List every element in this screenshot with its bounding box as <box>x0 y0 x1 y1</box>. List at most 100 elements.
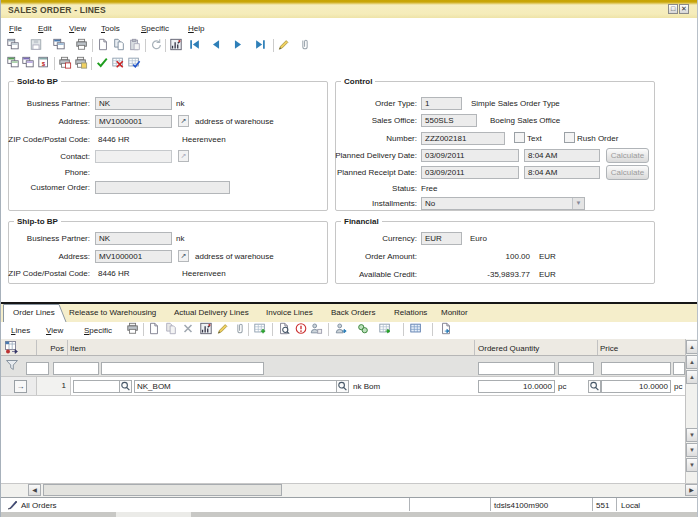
filter-pos-input[interactable] <box>26 362 49 375</box>
currency-field[interactable]: EUR <box>421 232 462 245</box>
tab-release-to-warehousing[interactable]: Release to Warehousing <box>69 308 156 317</box>
paste-icon[interactable] <box>128 38 144 53</box>
attachment-icon[interactable] <box>233 322 249 337</box>
last-record-icon[interactable] <box>253 38 269 53</box>
grid-column-item[interactable]: Item <box>70 344 86 353</box>
filter-item-input[interactable] <box>101 362 264 375</box>
filter-price-unit-input[interactable] <box>673 362 685 375</box>
menu-edit[interactable]: Edit <box>38 24 52 33</box>
grid-column-price[interactable]: Price <box>600 344 618 353</box>
installments-dropdown-arrow-icon[interactable]: ▼ <box>572 198 584 209</box>
insert-group-icon[interactable] <box>6 56 22 71</box>
quantity-unit-zoom-icon[interactable] <box>588 380 601 393</box>
filter-quantity-unit-input[interactable] <box>558 362 594 375</box>
doc-go-icon[interactable] <box>439 322 455 337</box>
sold-to-business-partner-field[interactable]: NK <box>95 97 172 110</box>
tab-relations[interactable]: Relations <box>394 308 427 317</box>
chart-icon[interactable] <box>199 322 215 337</box>
calculate-receipt-button[interactable]: Calculate <box>606 165 649 180</box>
copy-gray-icon[interactable] <box>164 322 180 337</box>
scroll-pageup-button[interactable]: ▲ <box>686 355 698 369</box>
new-document-icon[interactable] <box>147 322 163 337</box>
lines-menu-lines[interactable]: Lines <box>11 326 30 335</box>
error-icon[interactable] <box>294 322 310 337</box>
window-cascade-icon[interactable] <box>6 38 22 53</box>
planned-receipt-date-field[interactable]: 03/09/2011 <box>421 166 519 179</box>
order-type-field[interactable]: 1 <box>421 97 462 110</box>
delete-gray-icon[interactable] <box>181 322 197 337</box>
grid-column-ordered-quantity[interactable]: Ordered Quantity <box>478 344 539 353</box>
edit-text-icon[interactable] <box>216 322 232 337</box>
sold-to-address-browse-icon[interactable]: ↗ <box>178 115 189 127</box>
row-item-code-field[interactable]: NK_BOM <box>134 380 349 393</box>
scroll-bottom-button[interactable]: ▼ <box>686 458 698 472</box>
window-new-icon[interactable] <box>52 38 68 53</box>
lines-menu-view[interactable]: View <box>46 326 63 335</box>
person-link-icon[interactable] <box>309 322 325 337</box>
sold-to-customer-order-field[interactable] <box>95 181 230 194</box>
calculate-delivery-button[interactable]: Calculate <box>606 148 649 163</box>
print-labels-icon[interactable] <box>74 56 90 71</box>
new-document-icon[interactable] <box>96 38 112 53</box>
sold-to-address-field[interactable]: MV1000001 <box>95 115 172 128</box>
tab-back-orders[interactable]: Back Orders <box>331 308 375 317</box>
planned-receipt-time-field[interactable]: 8:04 AM <box>524 166 600 179</box>
menu-file[interactable]: File <box>9 24 22 33</box>
close-button[interactable]: ✕ <box>679 4 689 14</box>
installments-dropdown[interactable]: No <box>421 197 585 210</box>
row-quantity-field[interactable]: 10.0000 <box>478 380 555 393</box>
tab-order-lines-label[interactable]: Order Lines <box>13 308 55 317</box>
next-record-icon[interactable] <box>231 38 247 53</box>
ship-to-address-field[interactable]: MV1000001 <box>95 250 172 263</box>
scroll-up-button[interactable]: ▲ <box>686 370 698 384</box>
row-price-field[interactable]: 10.0000 <box>601 380 671 393</box>
menu-help[interactable]: Help <box>188 24 204 33</box>
print-doc-icon[interactable] <box>58 56 74 71</box>
row-expand-icon[interactable]: → <box>14 380 27 393</box>
ship-to-business-partner-field[interactable]: NK <box>95 232 172 245</box>
scroll-right-icon[interactable]: ▶ <box>685 484 698 496</box>
planned-delivery-time-field[interactable]: 8:04 AM <box>524 149 600 162</box>
rush-order-checkbox[interactable] <box>564 132 575 143</box>
planned-delivery-date-field[interactable]: 03/09/2011 <box>421 149 519 162</box>
menu-specific[interactable]: Specific <box>141 24 169 33</box>
scrollbar-thumb[interactable] <box>43 484 282 496</box>
check-table-icon[interactable] <box>127 56 143 71</box>
tab-monitor[interactable]: Monitor <box>441 308 468 317</box>
scroll-pagedown-button[interactable]: ▼ <box>686 443 698 457</box>
reject-table-icon[interactable] <box>111 56 127 71</box>
zoom-document-icon[interactable] <box>277 322 293 337</box>
lines-menu-specific[interactable]: Specific <box>84 326 112 335</box>
sold-to-contact-field[interactable] <box>95 150 172 163</box>
prev-record-icon[interactable] <box>209 38 225 53</box>
copy-icon[interactable] <box>112 38 128 53</box>
tab-actual-delivery-lines[interactable]: Actual Delivery Lines <box>174 308 249 317</box>
text-checkbox[interactable] <box>514 132 525 143</box>
insert-row-icon[interactable] <box>4 340 19 356</box>
scroll-top-button[interactable]: ▲ <box>686 340 698 354</box>
edit-text-icon[interactable] <box>277 38 293 53</box>
restore-button[interactable]: □ <box>668 4 678 14</box>
insert-table-icon[interactable] <box>253 322 269 337</box>
sales-office-field[interactable]: 550SLS <box>421 114 477 127</box>
print-icon[interactable] <box>75 38 91 53</box>
row-pos-cell[interactable]: 1 <box>37 377 71 395</box>
grid-column-pos[interactable]: Pos <box>37 344 64 353</box>
filter-icon[interactable] <box>5 358 19 374</box>
approve-icon[interactable] <box>95 56 111 71</box>
process-green-icon[interactable] <box>356 322 372 337</box>
filter-item-prefix-input[interactable] <box>53 362 99 375</box>
filter-price-input[interactable] <box>601 362 671 375</box>
menu-tools[interactable]: Tools <box>101 24 120 33</box>
item-code-zoom-icon[interactable] <box>336 380 349 393</box>
person-go-icon[interactable] <box>334 322 350 337</box>
number-field[interactable]: ZZZ002181 <box>421 132 505 145</box>
ship-to-address-browse-icon[interactable]: ↗ <box>178 250 189 262</box>
first-record-icon[interactable] <box>188 38 204 53</box>
scroll-left-icon[interactable]: ◀ <box>28 484 41 496</box>
table-grid-icon[interactable] <box>409 322 425 337</box>
item-prefix-zoom-icon[interactable] <box>119 380 132 393</box>
attachment-icon[interactable] <box>298 38 314 53</box>
print-icon[interactable] <box>126 322 142 337</box>
refresh-icon[interactable] <box>149 38 165 53</box>
